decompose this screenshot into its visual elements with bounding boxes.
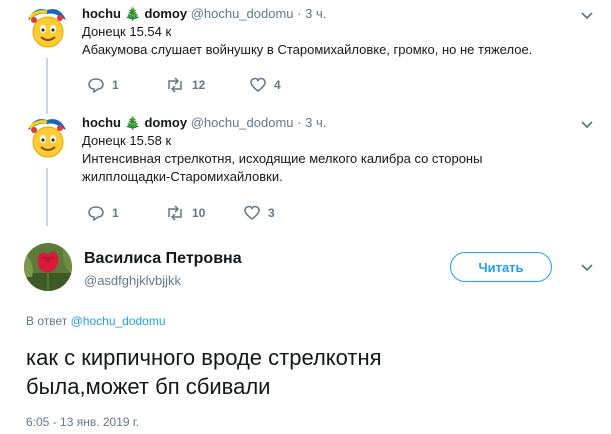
heart-icon <box>250 77 266 92</box>
author-name[interactable]: hochu 🎄 domoy <box>82 6 187 21</box>
author-name[interactable]: hochu 🎄 domoy <box>82 115 187 130</box>
avatar[interactable] <box>24 116 70 162</box>
tweet-header: hochu 🎄 domoy @hochu_dodomu · 3 ч. <box>82 115 327 130</box>
timestamp[interactable]: 3 ч. <box>305 115 326 130</box>
like-button[interactable]: 3 <box>244 205 275 221</box>
author-handle[interactable]: @hochu_dodomu <box>191 6 294 21</box>
author-handle[interactable]: @hochu_dodomu <box>191 115 294 130</box>
reply-button[interactable]: 1 <box>88 205 119 221</box>
main-tweet-text: как с кирпичного вроде стрелкотня была,м… <box>26 345 382 399</box>
avatar[interactable] <box>24 243 72 291</box>
reply-context: В ответ @hochu_dodomu <box>26 314 166 328</box>
avatar[interactable] <box>24 6 70 52</box>
chevron-down-icon[interactable] <box>579 8 595 24</box>
reply-count: 1 <box>112 78 119 92</box>
tree-emoji: 🎄 <box>124 115 141 130</box>
timestamp[interactable]: 3 ч. <box>305 6 326 21</box>
reply-icon <box>88 206 104 221</box>
thread-line <box>46 58 48 114</box>
like-button[interactable]: 4 <box>250 77 281 93</box>
reply-icon <box>88 78 104 93</box>
tweet-actions: 1 10 3 <box>82 205 382 223</box>
chevron-down-icon[interactable] <box>579 260 595 276</box>
reply-button[interactable]: 1 <box>88 77 119 93</box>
like-count: 4 <box>274 78 281 92</box>
tweet-date[interactable]: 6:05 - 13 янв. 2019 г. <box>26 415 139 429</box>
retweet-icon <box>168 77 182 93</box>
retweet-count: 12 <box>192 78 206 92</box>
thread-line <box>46 168 48 226</box>
reply-to-link[interactable]: @hochu_dodomu <box>71 314 166 328</box>
tweet-text: Донецк 15.54 к Абакумова слушает войнушк… <box>82 24 533 57</box>
tweet-text: Донецк 15.58 к Интенсивная стрелкотня, и… <box>82 133 483 184</box>
reply-count: 1 <box>112 206 119 220</box>
retweet-button[interactable]: 12 <box>166 77 205 93</box>
tweet-header: hochu 🎄 domoy @hochu_dodomu · 3 ч. <box>82 6 327 21</box>
tree-emoji: 🎄 <box>124 6 141 21</box>
like-count: 3 <box>268 206 275 220</box>
chevron-down-icon[interactable] <box>579 117 595 133</box>
author-handle[interactable]: @asdfghjklvbjjkk <box>84 273 181 288</box>
tweet-actions: 1 12 4 <box>82 77 382 95</box>
retweet-count: 10 <box>192 206 206 220</box>
heart-icon <box>244 205 260 220</box>
author-name[interactable]: Василиса Петровна <box>84 250 242 268</box>
retweet-button[interactable]: 10 <box>166 205 205 221</box>
follow-button[interactable]: Читать <box>450 252 552 282</box>
retweet-icon <box>168 205 182 221</box>
